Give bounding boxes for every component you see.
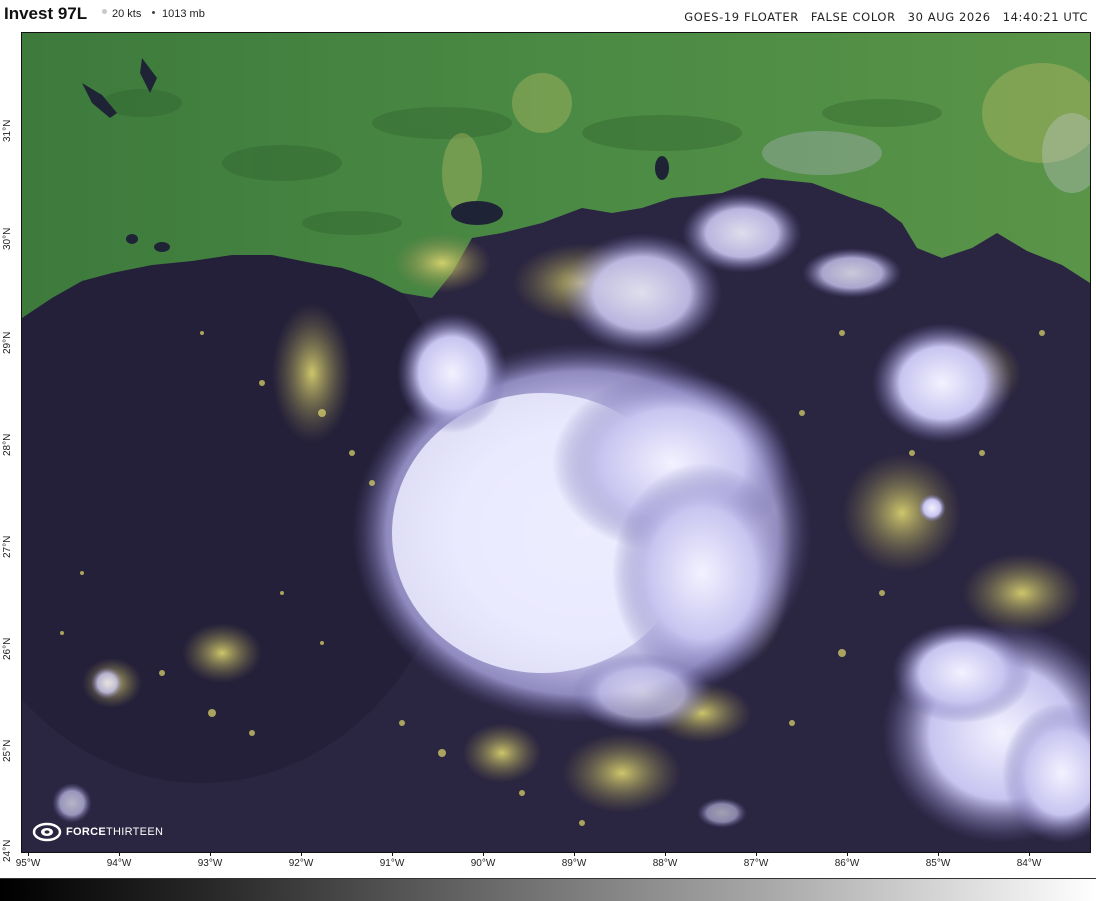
- lon-label: 90°W: [470, 858, 496, 869]
- satellite-map[interactable]: FORCETHIRTEEN: [21, 32, 1091, 853]
- lat-label: 25°N: [2, 739, 13, 762]
- lon-label: 89°W: [561, 858, 587, 869]
- lat-label: 28°N: [2, 433, 13, 456]
- satellite-imagery: [22, 33, 1090, 852]
- lon-tick: [483, 852, 484, 856]
- lat-label: 30°N: [2, 227, 13, 250]
- lon-label: 95°W: [15, 858, 41, 869]
- grayscale-colorbar: [0, 878, 1096, 901]
- lon-label: 86°W: [834, 858, 860, 869]
- lon-tick: [392, 852, 393, 856]
- header-bar: Invest 97L 20 kts 1013 mb GOES-19 FLOATE…: [0, 0, 1096, 30]
- lon-label: 88°W: [652, 858, 678, 869]
- lat-label: 29°N: [2, 331, 13, 354]
- lon-label: 94°W: [106, 858, 132, 869]
- lon-label: 92°W: [288, 858, 314, 869]
- storm-name: Invest 97L: [4, 4, 88, 23]
- satellite-name: GOES-19 FLOATER: [684, 10, 799, 24]
- lon-label: 85°W: [925, 858, 951, 869]
- lon-tick: [665, 852, 666, 856]
- storm-pressure: 1013 mb: [162, 8, 205, 20]
- lat-label: 26°N: [2, 637, 13, 660]
- storm-wind: 20 kts: [112, 8, 142, 20]
- lon-tick: [301, 852, 302, 856]
- image-time: 14:40:21 UTC: [1002, 10, 1088, 24]
- force-thirteen-logo: FORCETHIRTEEN: [32, 822, 163, 842]
- latitude-axis: 31°N 30°N 29°N 28°N 27°N 26°N 25°N 24°N: [0, 32, 21, 862]
- image-date: 30 AUG 2026: [907, 10, 991, 24]
- force-thirteen-swirl-icon: [32, 822, 62, 842]
- lon-label: 84°W: [1016, 858, 1042, 869]
- logo-text-bold: FORCE: [66, 826, 106, 838]
- logo-text-thin: THIRTEEN: [106, 826, 164, 838]
- lon-label: 91°W: [379, 858, 405, 869]
- logo-text: FORCETHIRTEEN: [66, 826, 163, 838]
- longitude-axis: 95°W 94°W 93°W 92°W 91°W 90°W 89°W 88°W …: [0, 852, 1096, 878]
- lat-label: 27°N: [2, 535, 13, 558]
- lon-label: 93°W: [197, 858, 223, 869]
- bullet-separator: [152, 11, 155, 14]
- lat-label: 31°N: [2, 119, 13, 142]
- lon-tick: [210, 852, 211, 856]
- bullet-separator: [102, 9, 107, 14]
- lon-tick: [28, 852, 29, 856]
- lon-tick: [574, 852, 575, 856]
- lon-tick: [938, 852, 939, 856]
- lon-tick: [756, 852, 757, 856]
- image-info: GOES-19 FLOATER FALSE COLOR 30 AUG 2026 …: [684, 10, 1088, 24]
- product-name: FALSE COLOR: [810, 10, 896, 24]
- lon-label: 87°W: [743, 858, 769, 869]
- lon-tick: [119, 852, 120, 856]
- lon-tick: [847, 852, 848, 856]
- lon-tick: [1029, 852, 1030, 856]
